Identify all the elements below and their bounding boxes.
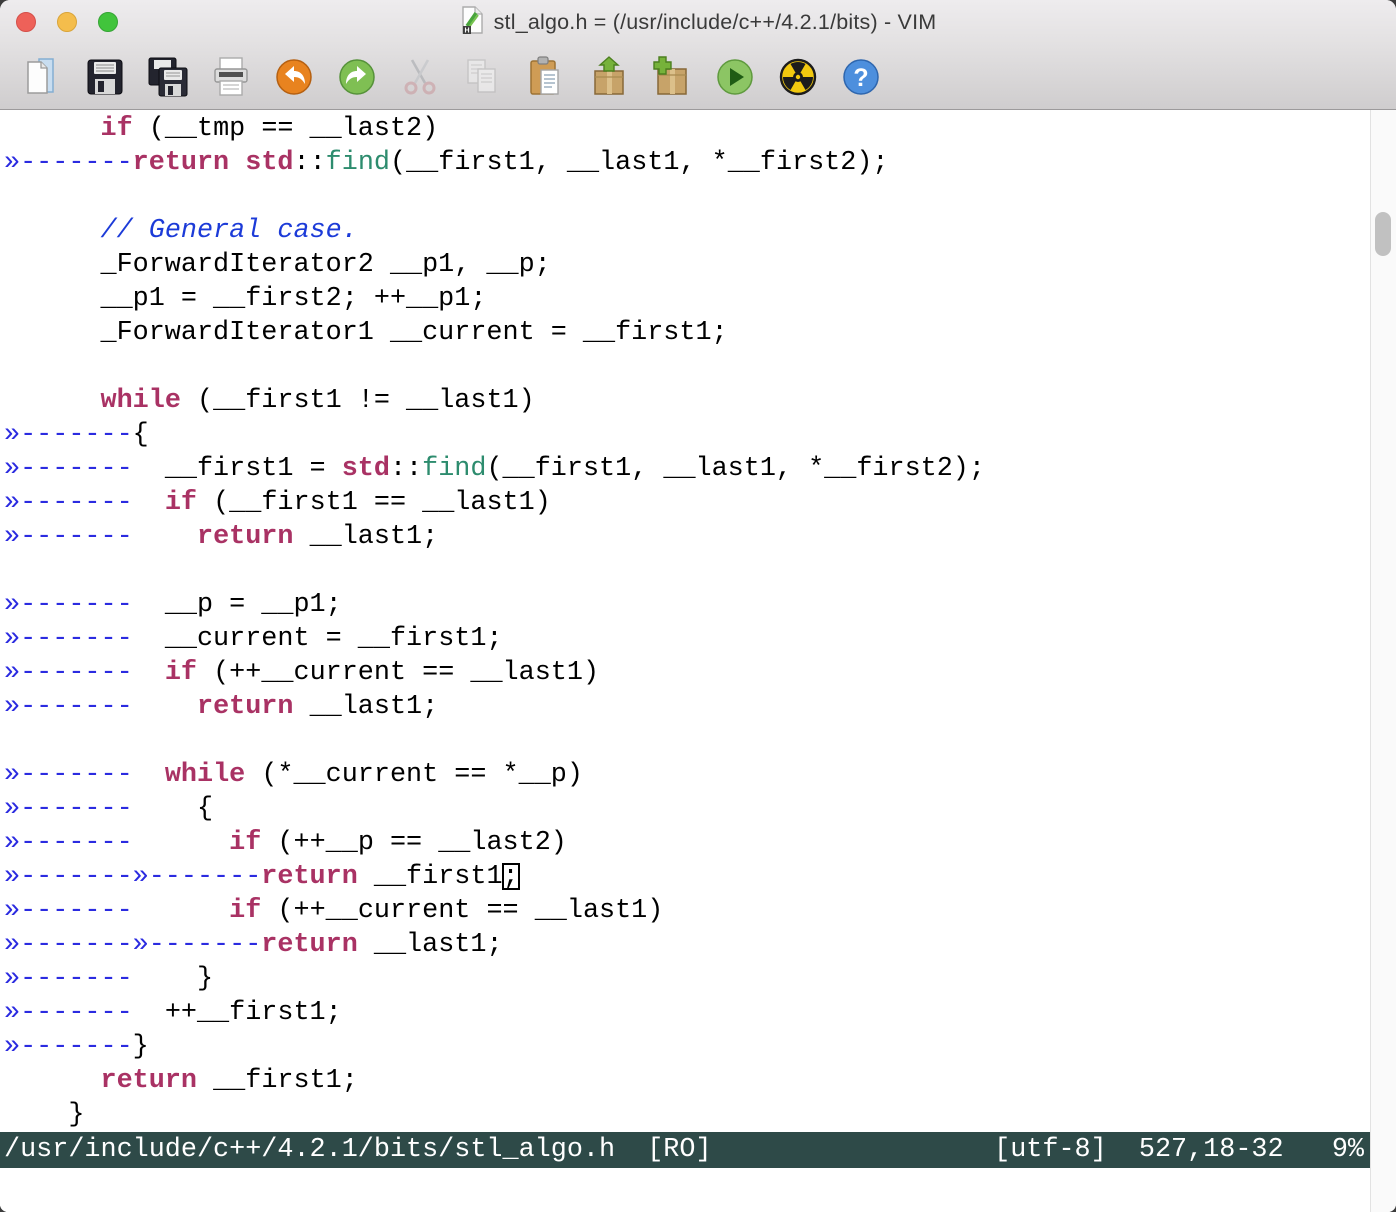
titlebar[interactable]: H stl_algo.h = (/usr/include/c++/4.2.1/b… [0,0,1396,45]
copy-button[interactable] [461,55,505,99]
code-line[interactable]: »------- __first1 = std::find(__first1, … [4,452,1370,486]
editor-column: if (__tmp == __last2)»-------return std:… [0,110,1370,1212]
zoom-button[interactable] [98,12,118,32]
code-line[interactable]: »-------return std::find(__first1, __las… [4,146,1370,180]
paste-icon [524,55,568,99]
save-all-icon [146,55,190,99]
code-line[interactable]: »------- ++__first1; [4,996,1370,1030]
code-line[interactable] [4,554,1370,588]
code-line[interactable]: _ForwardIterator2 __p1, __p; [4,248,1370,282]
scrollbar-thumb[interactable] [1375,212,1391,256]
code-line[interactable]: »------- __current = __first1; [4,622,1370,656]
code-line[interactable]: return __first1; [4,1064,1370,1098]
cut-button[interactable] [398,55,442,99]
code-line[interactable]: »------- if (++__current == __last1) [4,894,1370,928]
save-session-icon [650,55,694,99]
traffic-lights [16,12,118,32]
svg-text:H: H [464,28,469,35]
undo-button[interactable] [272,55,316,99]
code-line[interactable]: »-------»-------return __last1; [4,928,1370,962]
code-line[interactable]: »------- return __last1; [4,520,1370,554]
code-line[interactable]: } [4,1098,1370,1132]
print-icon [209,55,253,99]
make-icon [776,55,820,99]
code-line[interactable]: »-------{ [4,418,1370,452]
print-button[interactable] [209,55,253,99]
save-icon [83,55,127,99]
code-line[interactable] [4,724,1370,758]
run-script-button[interactable] [713,55,757,99]
document-proxy-icon[interactable]: H [460,6,484,39]
vim-window: H stl_algo.h = (/usr/include/c++/4.2.1/b… [0,0,1396,1212]
load-session-icon [587,55,631,99]
paste-button[interactable] [524,55,568,99]
code-line[interactable] [4,180,1370,214]
text-cursor: ; [503,862,519,892]
scrollbar-track[interactable] [1370,110,1396,1212]
code-line[interactable]: __p1 = __first2; ++__p1; [4,282,1370,316]
load-session-button[interactable] [587,55,631,99]
statusline: /usr/include/c++/4.2.1/bits/stl_algo.h [… [0,1132,1370,1168]
command-line[interactable] [0,1168,1370,1212]
close-button[interactable] [16,12,36,32]
code-line[interactable]: »------- if (++__current == __last1) [4,656,1370,690]
window-header: H stl_algo.h = (/usr/include/c++/4.2.1/b… [0,0,1396,110]
main-area: if (__tmp == __last2)»-------return std:… [0,110,1396,1212]
help-icon: ? [839,55,883,99]
title-group: H stl_algo.h = (/usr/include/c++/4.2.1/b… [460,6,937,39]
code-line[interactable]: »------- { [4,792,1370,826]
code-line[interactable]: »-------»-------return __first1; [4,860,1370,894]
new-file-button[interactable] [20,55,64,99]
code-line[interactable]: »------- while (*__current == *__p) [4,758,1370,792]
statusline-file-info: /usr/include/c++/4.2.1/bits/stl_algo.h [… [4,1132,712,1168]
code-line[interactable] [4,350,1370,384]
save-session-button[interactable] [650,55,694,99]
code-line[interactable]: »------- return __last1; [4,690,1370,724]
code-line[interactable]: »-------} [4,1030,1370,1064]
statusline-position-info: [utf-8] 527,18-32 9% [994,1132,1364,1168]
copy-icon [461,55,505,99]
code-line[interactable]: if (__tmp == __last2) [4,112,1370,146]
toolbar: ? [0,45,1396,109]
code-line[interactable]: »------- } [4,962,1370,996]
window-title: stl_algo.h = (/usr/include/c++/4.2.1/bit… [494,10,937,35]
code-line[interactable]: »------- if (__first1 == __last1) [4,486,1370,520]
help-button[interactable]: ? [839,55,883,99]
save-all-button[interactable] [146,55,190,99]
new-file-icon [20,55,64,99]
code-line[interactable]: _ForwardIterator1 __current = __first1; [4,316,1370,350]
code-line[interactable]: while (__first1 != __last1) [4,384,1370,418]
run-script-icon [713,55,757,99]
minimize-button[interactable] [57,12,77,32]
make-button[interactable] [776,55,820,99]
cut-icon [398,55,442,99]
redo-icon [335,55,379,99]
svg-text:?: ? [853,64,868,92]
redo-button[interactable] [335,55,379,99]
code-line[interactable]: »------- if (++__p == __last2) [4,826,1370,860]
save-button[interactable] [83,55,127,99]
code-line[interactable]: // General case. [4,214,1370,248]
code-line[interactable]: »------- __p = __p1; [4,588,1370,622]
code-editor[interactable]: if (__tmp == __last2)»-------return std:… [0,110,1370,1132]
undo-icon [272,55,316,99]
